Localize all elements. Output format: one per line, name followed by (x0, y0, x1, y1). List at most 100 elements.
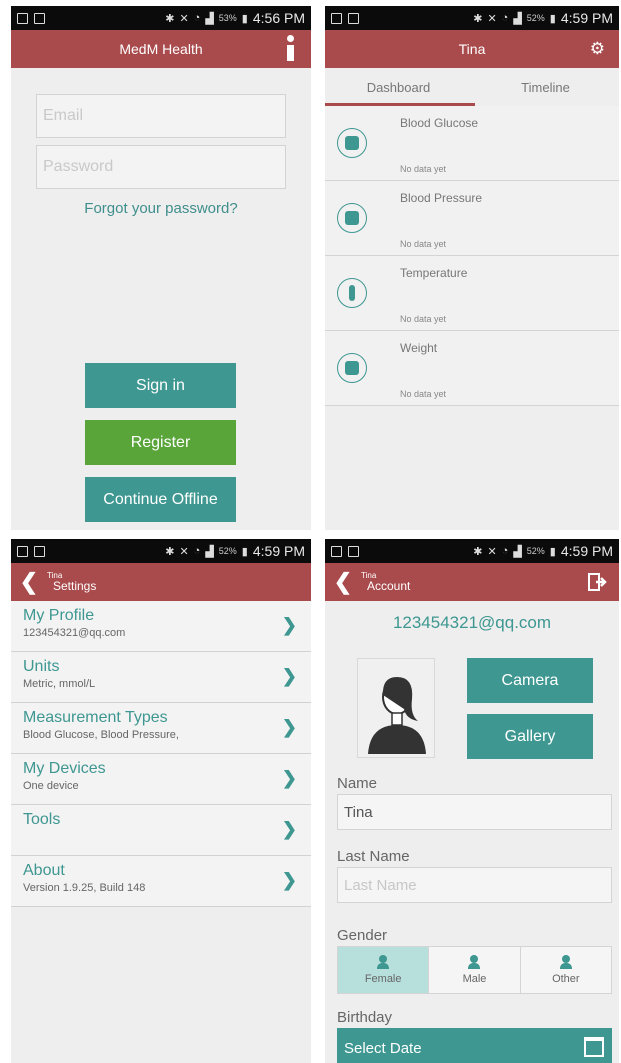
signal-icon: ▟ (513, 545, 522, 558)
password-field[interactable]: Password (36, 145, 286, 189)
app-header: Tina ⚙ (325, 30, 619, 68)
screenshot-notification-icon (17, 545, 28, 557)
clock: 4:59 PM (252, 543, 305, 559)
app-notification-icon (34, 12, 45, 24)
gender-option-label: Female (364, 973, 402, 985)
scale-icon (337, 353, 367, 383)
screenshot-collage: ✱ ✕ ◔ ▟ 53% ▮ 4:56 PM MedM Health Email … (0, 0, 621, 1063)
settings-item-tools[interactable]: Tools ❯ (11, 805, 311, 856)
status-bar: ✱ ✕ ◔ ▟ 52% ▮ 4:59 PM (325, 539, 619, 563)
item-status: No data yet (400, 314, 447, 324)
dashboard-screen: ✱ ✕ ◔ ▟ 52% ▮ 4:59 PM Tina ⚙ Dashboard T… (325, 6, 619, 530)
item-name: Weight (400, 341, 438, 355)
back-icon[interactable]: ❮ (11, 569, 47, 595)
page-title: Settings (53, 578, 97, 593)
select-date-button[interactable]: Select Date (337, 1028, 612, 1063)
dashboard-item-blood-pressure[interactable]: Blood Pressure No data yet (325, 181, 619, 256)
screenshot-notification-icon (331, 545, 342, 557)
settings-item-measurement-types[interactable]: Measurement Types Blood Glucose, Blood P… (11, 703, 311, 754)
chevron-right-icon: ❯ (281, 615, 297, 635)
gear-icon[interactable]: ⚙ (590, 39, 605, 59)
settings-item-my-devices[interactable]: My Devices One device ❯ (11, 754, 311, 805)
tab-bar: Dashboard Timeline (325, 68, 619, 106)
app-header: ❮ Tina Account (325, 563, 619, 601)
select-date-label: Select Date (344, 1039, 422, 1057)
item-name: Blood Glucose (400, 116, 479, 130)
bluetooth-icon: ✱ (473, 545, 483, 558)
signal-icon: ▟ (205, 12, 214, 25)
register-button[interactable]: Register (85, 420, 236, 465)
gender-option-label: Male (462, 973, 487, 985)
wifi-icon: ◔ (501, 545, 509, 557)
status-bar: ✱ ✕ ◔ ▟ 53% ▮ 4:56 PM (11, 6, 311, 30)
app-header: ❮ Tina Settings (11, 563, 311, 601)
last-name-label: Last Name (337, 848, 410, 865)
dashboard-item-blood-glucose[interactable]: Blood Glucose No data yet (325, 106, 619, 181)
settings-item-subtitle: Blood Glucose, Blood Pressure, (23, 729, 179, 741)
forgot-password-link[interactable]: Forgot your password? (11, 200, 311, 217)
female-icon (377, 955, 390, 969)
status-bar: ✱ ✕ ◔ ▟ 52% ▮ 4:59 PM (11, 539, 311, 563)
email-field[interactable]: Email (36, 94, 286, 138)
chevron-right-icon: ❯ (281, 717, 297, 737)
settings-item-subtitle: Version 1.9.25, Build 148 (23, 882, 146, 894)
back-icon[interactable]: ❮ (325, 569, 361, 595)
wifi-icon: ◔ (193, 12, 201, 24)
app-notification-icon (348, 545, 359, 557)
dashboard-item-weight[interactable]: Weight No data yet (325, 331, 619, 406)
camera-button[interactable]: Camera (467, 658, 593, 703)
account-email: 123454321@qq.com (392, 613, 552, 632)
chevron-right-icon: ❯ (281, 768, 297, 788)
tab-dashboard[interactable]: Dashboard (325, 68, 472, 106)
clock: 4:56 PM (252, 10, 305, 26)
name-field[interactable]: Tina (337, 794, 612, 830)
settings-item-title: Units (23, 658, 60, 675)
battery-icon: ▮ (241, 12, 248, 25)
gender-option-label: Other (552, 973, 580, 985)
calendar-icon (584, 1037, 604, 1057)
last-name-field[interactable]: Last Name (337, 867, 612, 903)
item-name: Blood Pressure (400, 191, 483, 205)
bluetooth-icon: ✱ (165, 12, 175, 25)
status-bar: ✱ ✕ ◔ ▟ 52% ▮ 4:59 PM (325, 6, 619, 30)
other-gender-icon (559, 955, 572, 969)
screenshot-notification-icon (17, 12, 28, 24)
settings-screen: ✱ ✕ ◔ ▟ 52% ▮ 4:59 PM ❮ Tina Settings My… (11, 539, 311, 1063)
settings-item-my-profile[interactable]: My Profile 123454321@qq.com ❯ (11, 601, 311, 652)
info-icon[interactable] (283, 35, 297, 63)
gallery-button[interactable]: Gallery (467, 714, 593, 759)
chevron-right-icon: ❯ (281, 819, 297, 839)
dashboard-item-temperature[interactable]: Temperature No data yet (325, 256, 619, 331)
birthday-label: Birthday (337, 1009, 393, 1026)
settings-item-subtitle: One device (23, 780, 79, 792)
gender-selector: Female Male Other (337, 946, 612, 994)
blood-pressure-icon (337, 203, 367, 233)
settings-item-units[interactable]: Units Metric, mmol/L ❯ (11, 652, 311, 703)
wifi-icon: ◔ (193, 545, 201, 557)
continue-offline-button[interactable]: Continue Offline (85, 477, 236, 522)
screenshot-notification-icon (331, 12, 342, 24)
clock: 4:59 PM (560, 543, 613, 559)
bluetooth-icon: ✱ (473, 12, 483, 25)
battery-percent: 52% (218, 546, 237, 556)
male-icon (468, 955, 481, 969)
thermometer-icon (337, 278, 367, 308)
settings-item-title: My Devices (23, 760, 106, 777)
app-header: MedM Health (11, 30, 311, 68)
logout-icon[interactable] (587, 572, 607, 592)
tab-timeline[interactable]: Timeline (472, 68, 619, 106)
sign-in-button[interactable]: Sign in (85, 363, 236, 408)
female-avatar-icon (368, 677, 426, 754)
settings-item-subtitle: Metric, mmol/L (23, 678, 96, 690)
gender-option-female[interactable]: Female (338, 947, 430, 993)
chevron-right-icon: ❯ (281, 870, 297, 890)
item-name: Temperature (400, 266, 468, 280)
account-screen: ✱ ✕ ◔ ▟ 52% ▮ 4:59 PM ❮ Tina Account 123… (325, 539, 619, 1063)
settings-item-about[interactable]: About Version 1.9.25, Build 148 ❯ (11, 856, 311, 907)
settings-item-title: About (23, 862, 65, 879)
gender-option-male[interactable]: Male (429, 947, 521, 993)
gender-option-other[interactable]: Other (520, 947, 611, 993)
signal-icon: ▟ (205, 545, 214, 558)
user-title: Tina (458, 41, 486, 57)
chevron-right-icon: ❯ (281, 666, 297, 686)
